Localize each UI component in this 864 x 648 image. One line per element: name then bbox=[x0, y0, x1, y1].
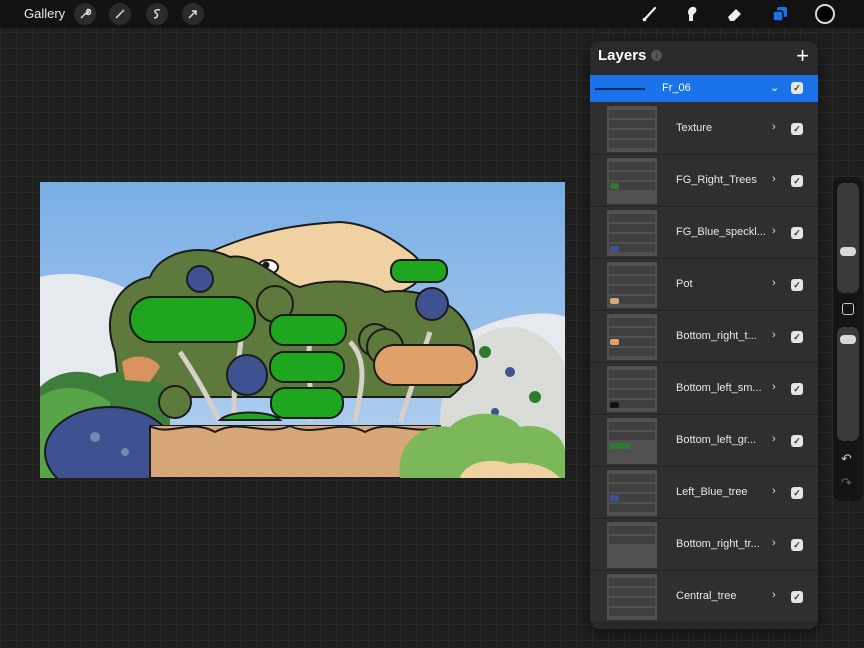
visibility-checkbox[interactable]: ✓ bbox=[791, 383, 803, 395]
layer-row[interactable]: Texture › ✓ bbox=[590, 103, 818, 155]
layer-name: Bottom_left_sm... bbox=[676, 382, 762, 394]
chevron-right-icon[interactable]: › bbox=[772, 589, 776, 601]
magic-wand-icon[interactable] bbox=[109, 3, 131, 25]
layer-name: FG_Right_Trees bbox=[676, 174, 757, 186]
sidebar: ↶ ↷ bbox=[833, 177, 863, 501]
layers-panel: Layers i + Fr_06 ⌄ ✓ Texture › ✓ FG_Righ… bbox=[590, 41, 818, 629]
chevron-right-icon[interactable]: › bbox=[772, 225, 776, 237]
layer-row[interactable]: Central_tree › ✓ bbox=[590, 571, 818, 623]
opacity-slider[interactable] bbox=[837, 327, 859, 441]
info-icon[interactable]: i bbox=[651, 50, 662, 61]
layer-group-fr06[interactable]: Fr_06 ⌄ ✓ bbox=[590, 75, 818, 102]
brush-icon[interactable] bbox=[639, 3, 661, 25]
layer-row[interactable]: Pot › ✓ bbox=[590, 259, 818, 311]
top-toolbar: Gallery bbox=[0, 0, 864, 28]
visibility-checkbox[interactable]: ✓ bbox=[791, 539, 803, 551]
layer-name: Bottom_right_tr... bbox=[676, 538, 760, 550]
layer-name: Central_tree bbox=[676, 590, 737, 602]
visibility-checkbox[interactable]: ✓ bbox=[791, 227, 803, 239]
layer-thumbnail bbox=[607, 366, 657, 412]
layer-thumbnail bbox=[607, 522, 657, 568]
brush-size-slider[interactable] bbox=[837, 183, 859, 293]
chevron-down-icon[interactable]: ⌄ bbox=[770, 81, 779, 94]
layer-thumbnail bbox=[607, 210, 657, 256]
layer-name: Bottom_right_t... bbox=[676, 330, 757, 342]
visibility-checkbox[interactable]: ✓ bbox=[791, 487, 803, 499]
chevron-right-icon[interactable]: › bbox=[772, 277, 776, 289]
visibility-checkbox[interactable]: ✓ bbox=[791, 435, 803, 447]
selection-icon[interactable] bbox=[146, 3, 168, 25]
eraser-icon[interactable] bbox=[724, 3, 746, 25]
layer-group-name: Fr_06 bbox=[662, 82, 691, 94]
layer-name: Bottom_left_gr... bbox=[676, 434, 757, 446]
chevron-right-icon[interactable]: › bbox=[772, 485, 776, 497]
add-layer-button[interactable]: + bbox=[796, 43, 809, 69]
layer-thumbnail bbox=[607, 418, 657, 464]
layer-row[interactable]: Bottom_right_t... › ✓ bbox=[590, 311, 818, 363]
visibility-checkbox[interactable]: ✓ bbox=[791, 279, 803, 291]
modify-button-icon[interactable] bbox=[842, 303, 854, 315]
layer-thumbnail bbox=[607, 574, 657, 620]
chevron-right-icon[interactable]: › bbox=[772, 121, 776, 133]
layer-thumbnail bbox=[607, 470, 657, 516]
chevron-right-icon[interactable]: › bbox=[772, 173, 776, 185]
visibility-checkbox[interactable]: ✓ bbox=[791, 82, 803, 94]
gallery-button[interactable]: Gallery bbox=[24, 6, 65, 21]
layers-icon[interactable] bbox=[769, 3, 791, 25]
layer-row[interactable]: Bottom_right_tr... › ✓ bbox=[590, 519, 818, 571]
group-thumbnail bbox=[595, 88, 645, 90]
visibility-checkbox[interactable]: ✓ bbox=[791, 123, 803, 135]
layer-name: FG_Blue_speckl... bbox=[676, 226, 766, 238]
visibility-checkbox[interactable]: ✓ bbox=[791, 175, 803, 187]
layer-row[interactable]: Left_Blue_tree › ✓ bbox=[590, 467, 818, 519]
layer-name: Left_Blue_tree bbox=[676, 486, 748, 498]
opacity-knob[interactable] bbox=[840, 335, 856, 344]
chevron-right-icon[interactable]: › bbox=[772, 329, 776, 341]
layers-panel-title: Layers bbox=[598, 47, 647, 64]
layer-row[interactable]: FG_Right_Trees › ✓ bbox=[590, 155, 818, 207]
layer-thumbnail bbox=[607, 262, 657, 308]
visibility-checkbox[interactable]: ✓ bbox=[791, 591, 803, 603]
wrench-icon[interactable] bbox=[74, 3, 96, 25]
chevron-right-icon[interactable]: › bbox=[772, 537, 776, 549]
redo-icon[interactable]: ↷ bbox=[841, 475, 852, 491]
layer-row[interactable]: Bottom_left_gr... › ✓ bbox=[590, 415, 818, 467]
smudge-icon[interactable] bbox=[681, 3, 703, 25]
layer-thumbnail bbox=[607, 314, 657, 360]
brush-size-knob[interactable] bbox=[840, 247, 856, 256]
layer-row[interactable]: FG_Blue_speckl... › ✓ bbox=[590, 207, 818, 259]
chevron-right-icon[interactable]: › bbox=[772, 433, 776, 445]
layer-name: Pot bbox=[676, 278, 693, 290]
layer-thumbnail bbox=[607, 158, 657, 204]
color-swatch-button[interactable] bbox=[815, 4, 835, 24]
chevron-right-icon[interactable]: › bbox=[772, 381, 776, 393]
layer-name: Texture bbox=[676, 122, 713, 134]
layer-thumbnail bbox=[607, 106, 657, 152]
transform-arrow-icon[interactable] bbox=[182, 3, 204, 25]
visibility-checkbox[interactable]: ✓ bbox=[791, 331, 803, 343]
canvas-artwork[interactable] bbox=[40, 182, 565, 478]
layer-row[interactable]: Bottom_left_sm... › ✓ bbox=[590, 363, 818, 415]
undo-icon[interactable]: ↶ bbox=[841, 451, 852, 467]
